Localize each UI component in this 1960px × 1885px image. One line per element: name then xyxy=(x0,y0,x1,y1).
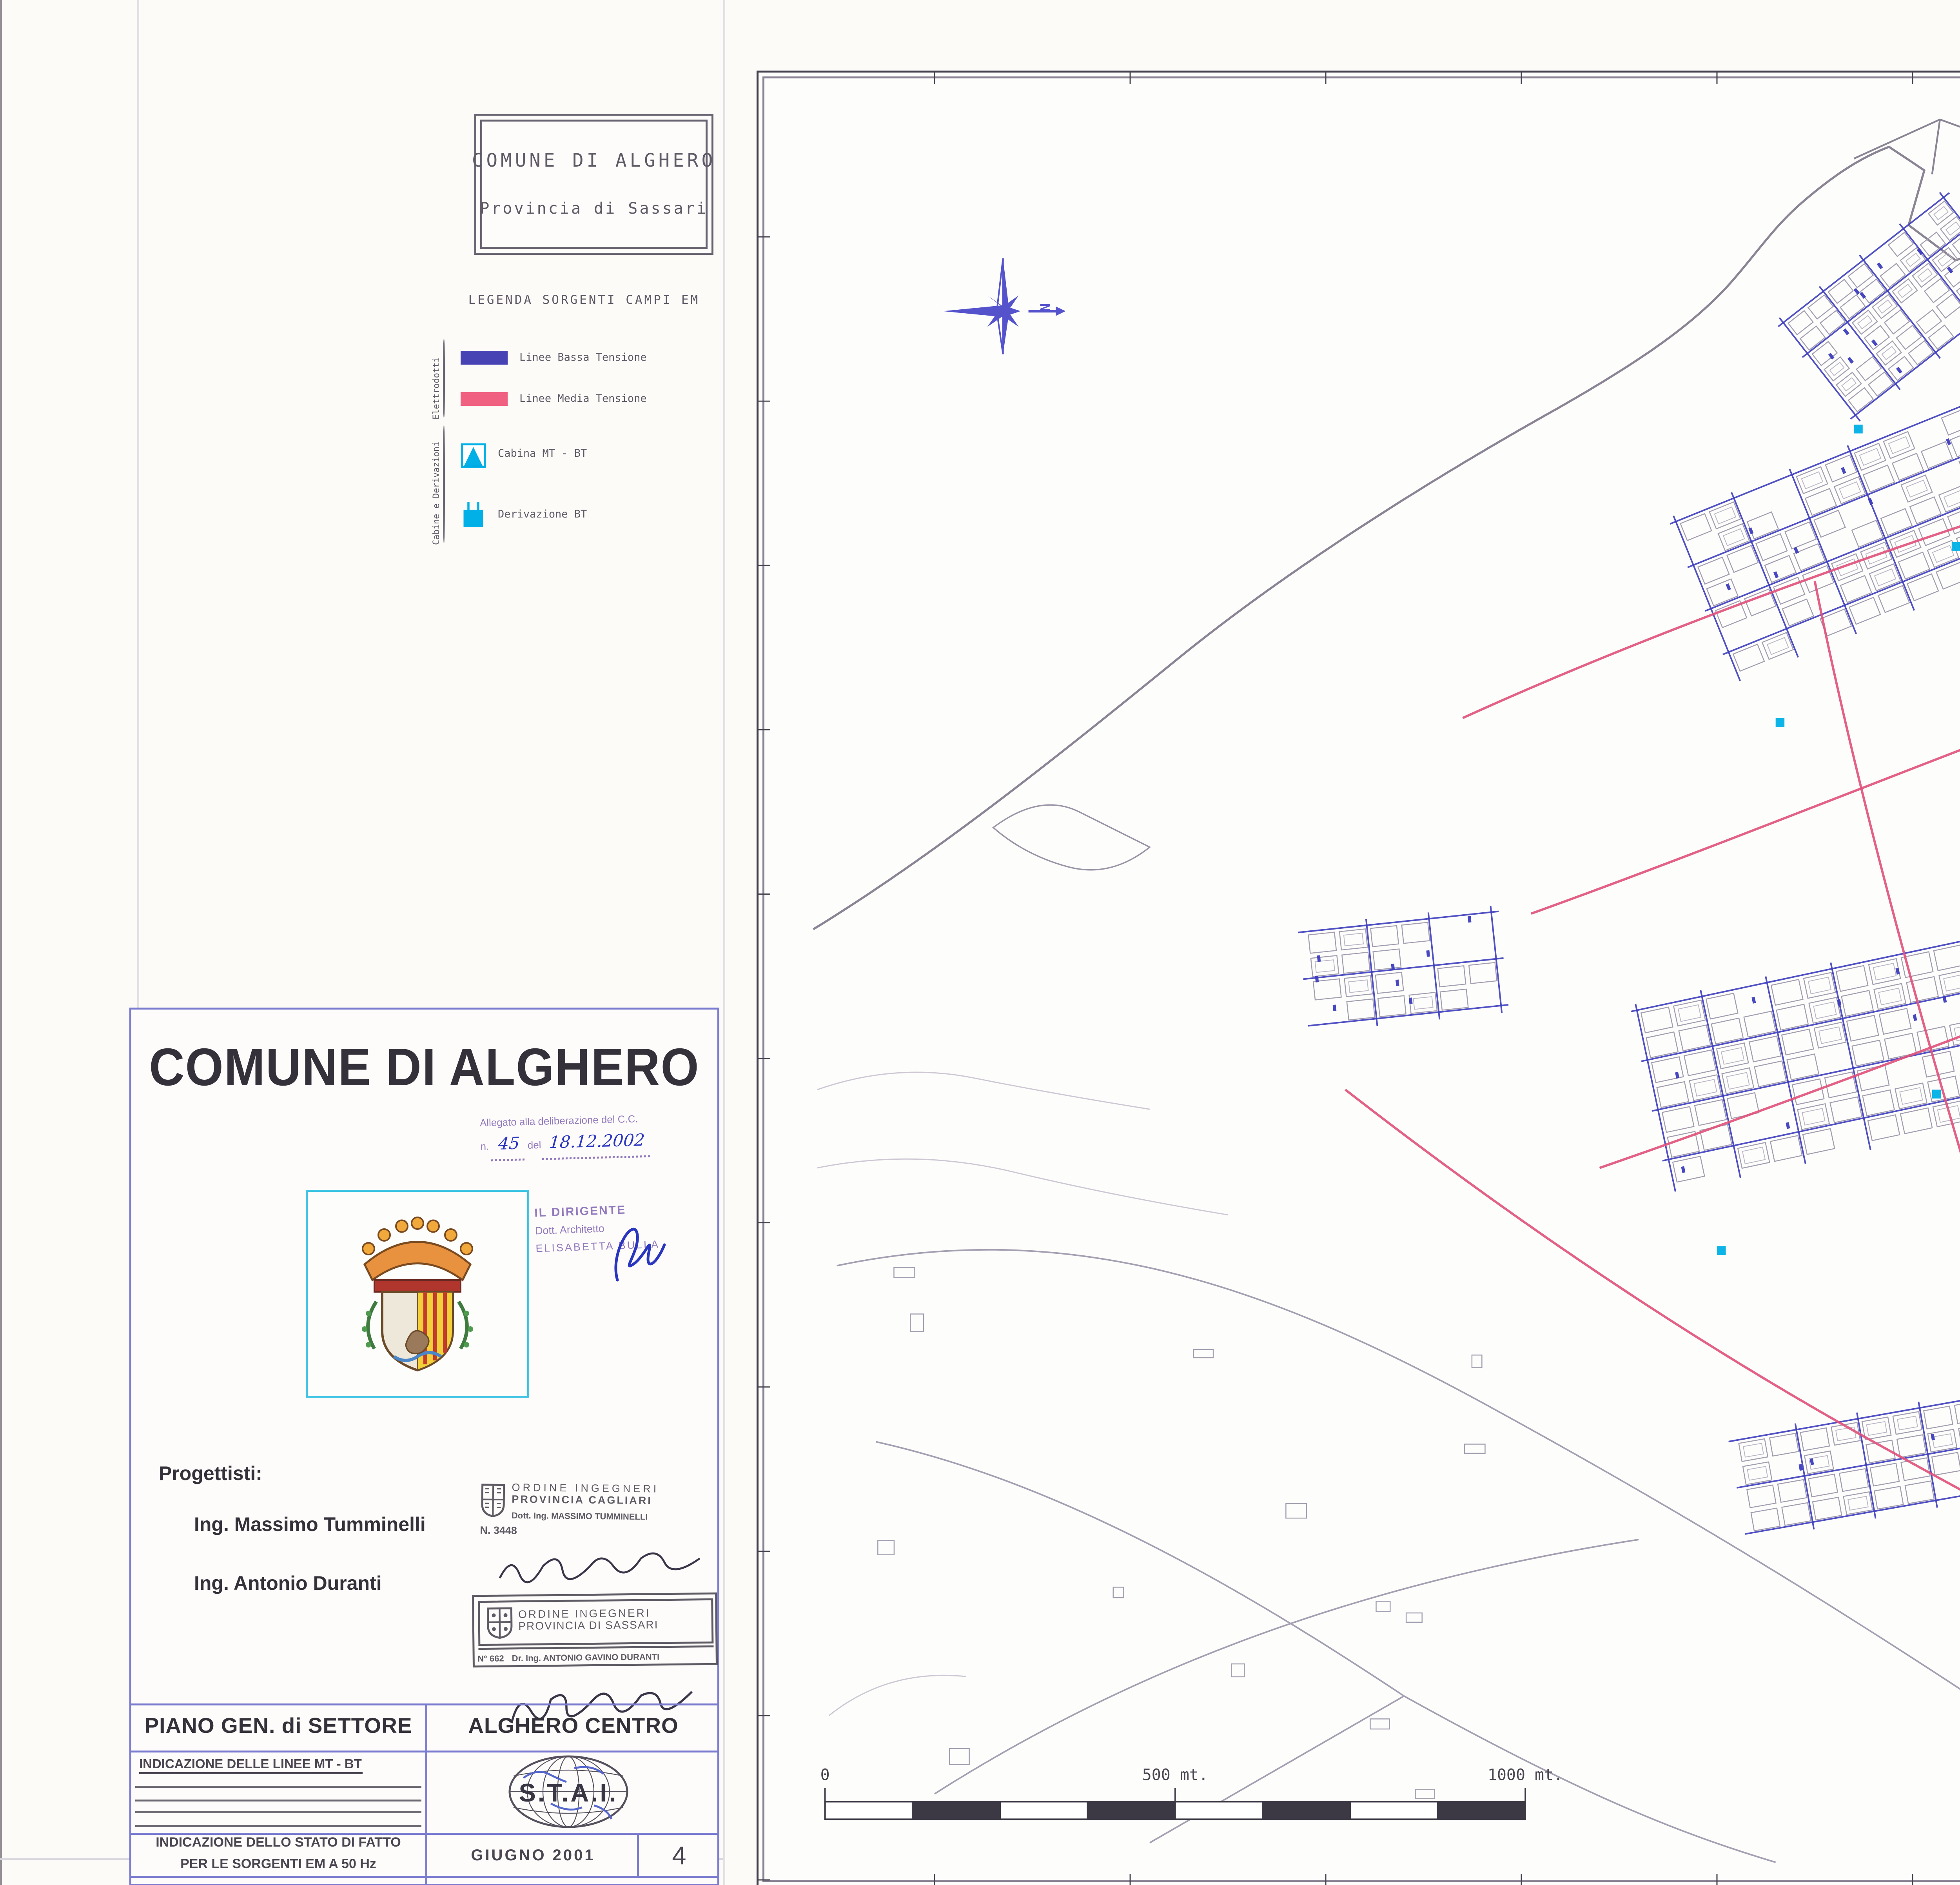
cagliari-crest-icon xyxy=(480,1483,506,1518)
approval-n-label: n. xyxy=(480,1141,489,1153)
svg-text:1000 mt.: 1000 mt. xyxy=(1488,1766,1563,1784)
cabina-icon xyxy=(461,440,486,468)
sheet-left-edge xyxy=(0,0,2,1885)
designer-name: Ing. Massimo Tumminelli xyxy=(194,1515,426,1537)
legend-brace xyxy=(443,425,445,543)
designer-name: Ing. Antonio Duranti xyxy=(194,1574,426,1596)
stamp-order-cagliari: ORDINE INGEGNERI PROVINCIA CAGLIARI Dott… xyxy=(480,1483,711,1540)
corner-title-box: COMUNE DI ALGHERO Provincia di Sassari xyxy=(474,114,713,255)
legend-brace xyxy=(443,339,445,418)
subject-cell: INDICAZIONE DELLE LINEE MT - BT xyxy=(139,1758,362,1774)
svg-text:N: N xyxy=(1037,303,1053,312)
designers-list: Ing. Massimo Tumminelli Ing. Antonio Dura… xyxy=(194,1515,426,1633)
legend-item: Linee Bassa Tensione xyxy=(461,351,647,364)
director-stamp: IL DIRIGENTE Dott. Architetto ELISABETTA… xyxy=(534,1198,728,1261)
legend-item-label: Linee Bassa Tensione xyxy=(519,352,647,364)
date-cell: GIUGNO 2001 xyxy=(429,1833,637,1876)
stamp-order-sassari: ORDINE INGEGNERI PROVINCIA DI SASSARI N°… xyxy=(472,1593,718,1668)
subject2-line1: INDICAZIONE DELLO STATO DI FATTO xyxy=(156,1836,401,1856)
svg-text:500 mt.: 500 mt. xyxy=(1142,1766,1208,1784)
stai-logo-text: S.T.A.I. xyxy=(519,1778,618,1807)
stamp-ca-number: N. 3448 xyxy=(480,1526,711,1540)
legend-item: Cabina MT - BT xyxy=(461,440,587,468)
approval-del-label: del xyxy=(528,1140,541,1152)
map-sheet: COMUNE DI ALGHERO Provincia di Sassari L… xyxy=(0,0,1960,1885)
map-frame: N 0 500 mt. 1000 mt. xyxy=(757,71,1960,1885)
city-map: N 0 500 mt. 1000 mt. xyxy=(759,73,1960,1885)
legend-item-label: Derivazione BT xyxy=(498,509,587,521)
stamp-ca-line2: PROVINCIA CAGLIARI xyxy=(512,1495,659,1508)
subject2-cell: INDICAZIONE DELLO STATO DI FATTO PER LE … xyxy=(135,1835,421,1876)
legend-item-label: Linee Media Tensione xyxy=(519,393,647,405)
stamp-ca-line1: ORDINE INGEGNERI xyxy=(512,1483,659,1496)
em-legend-group: Cabine e Derivazioni Cabina MT - BT Deriva… xyxy=(433,423,735,545)
sheet-number-cell: 4 xyxy=(637,1833,721,1876)
em-legend-title: LEGENDA SORGENTI CAMPI EM xyxy=(433,294,735,308)
compass-rose: N xyxy=(942,258,1065,354)
stamp-sa-line1: ORDINE INGEGNERI xyxy=(518,1609,658,1622)
em-legend-group: Elettrodotti Linee Bassa Tensione Linee Me… xyxy=(433,337,735,419)
approval-date: 18.12.2002 xyxy=(543,1129,652,1159)
derivazione-icon xyxy=(461,501,486,528)
coat-of-arms-box xyxy=(306,1190,529,1398)
approval-stamp: Allegato alla deliberazione del C.C. n. … xyxy=(480,1112,720,1161)
corner-box-province: Provincia di Sassari xyxy=(480,200,708,218)
subject2-line2: PER LE SORGENTI EM A 50 Hz xyxy=(180,1856,376,1876)
bt-bar-icon xyxy=(461,351,508,364)
mt-bar-icon xyxy=(461,392,508,405)
stamp-sa-number: N° 662 xyxy=(477,1653,504,1663)
legend-item-label: Cabina MT - BT xyxy=(498,448,587,460)
stamp-ca-name: Dott. Ing. MASSIMO TUMMINELLI xyxy=(512,1511,659,1522)
stai-logo: S.T.A.I. xyxy=(504,1754,633,1829)
tumminelli-signature xyxy=(496,1551,708,1590)
svg-text:0: 0 xyxy=(820,1766,830,1784)
coat-of-arms xyxy=(335,1204,500,1384)
stamp-sa-line2: PROVINCIA DI SASSARI xyxy=(518,1620,658,1634)
em-sources-legend: LEGENDA SORGENTI CAMPI EM Elettrodotti Li… xyxy=(433,294,735,941)
em-group-label: Elettrodotti xyxy=(433,337,443,419)
legend-item: Derivazione BT xyxy=(461,501,587,528)
corner-box-municipality: COMUNE DI ALGHERO xyxy=(472,151,716,172)
em-group-label: Cabine e Derivazioni xyxy=(433,423,443,545)
area-cell: ALGHERO CENTRO xyxy=(425,1703,721,1751)
designers-label: Progettisti: xyxy=(159,1464,262,1486)
page-title: COMUNE DI ALGHERO xyxy=(131,1039,717,1100)
fold-line-mid xyxy=(723,0,725,1885)
legend-item: Linee Media Tensione xyxy=(461,392,647,405)
title-block: COMUNE DI ALGHERO Allegato alla delibera… xyxy=(129,1008,719,1885)
approval-number: 45 xyxy=(491,1133,526,1160)
plan-type-cell: PIANO GEN. di SETTORE xyxy=(131,1703,425,1751)
sassari-crest-icon xyxy=(485,1605,513,1639)
stamp-sa-name: Dr. Ing. ANTONIO GAVINO DURANTI xyxy=(512,1651,660,1662)
